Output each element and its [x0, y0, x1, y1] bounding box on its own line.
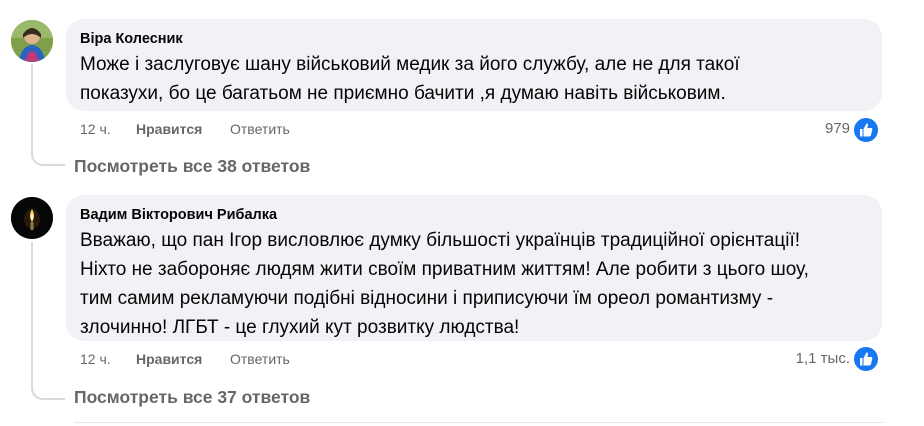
comment-text-line: тим самим рекламуючи подібні відносини і…	[80, 288, 774, 309]
comment-text-line: Може і заслуговує шану військовий медик …	[80, 54, 740, 75]
comment-text-line: показухи, бо це багатьом не приємно бачи…	[80, 83, 726, 104]
comment-text-line: Ніхто не забороняє людям жити своїм прив…	[80, 259, 809, 280]
view-replies-link[interactable]: Посмотреть все 38 ответов	[74, 156, 310, 177]
comment-text-line: злочинно! ЛГБТ - це глухий кут розвитку …	[80, 317, 520, 338]
like-thumb-icon[interactable]	[852, 345, 880, 373]
thread-line	[31, 64, 65, 166]
avatar[interactable]	[11, 197, 53, 239]
comment-author[interactable]: Вадим Вікторович Рибалка	[80, 207, 277, 223]
reaction-count[interactable]: 1,1 тыс.	[770, 350, 850, 367]
comment-bubble: Віра Колесник Може і заслуговує шану вій…	[66, 19, 882, 111]
reply-button[interactable]: Ответить	[230, 121, 290, 137]
reaction-count[interactable]: 979	[790, 120, 850, 137]
avatar[interactable]	[11, 20, 53, 62]
comment-author[interactable]: Віра Колесник	[80, 31, 183, 47]
comment-bubble: Вадим Вікторович Рибалка Вважаю, що пан …	[66, 195, 882, 341]
reply-button[interactable]: Ответить	[230, 351, 290, 367]
comment-time[interactable]: 12 ч.	[80, 121, 111, 137]
like-button[interactable]: Нравится	[136, 121, 202, 137]
view-replies-link[interactable]: Посмотреть все 37 ответов	[74, 387, 310, 408]
candle-avatar-icon	[11, 197, 53, 239]
avatar-photo-icon	[11, 20, 53, 62]
like-thumb-icon[interactable]	[852, 116, 880, 144]
thread-line	[31, 242, 65, 400]
like-button[interactable]: Нравится	[136, 351, 202, 367]
comment-text-line: Вважаю, що пан Ігор висловлює думку біль…	[80, 230, 801, 251]
comment-time[interactable]: 12 ч.	[80, 351, 111, 367]
divider	[74, 422, 884, 423]
